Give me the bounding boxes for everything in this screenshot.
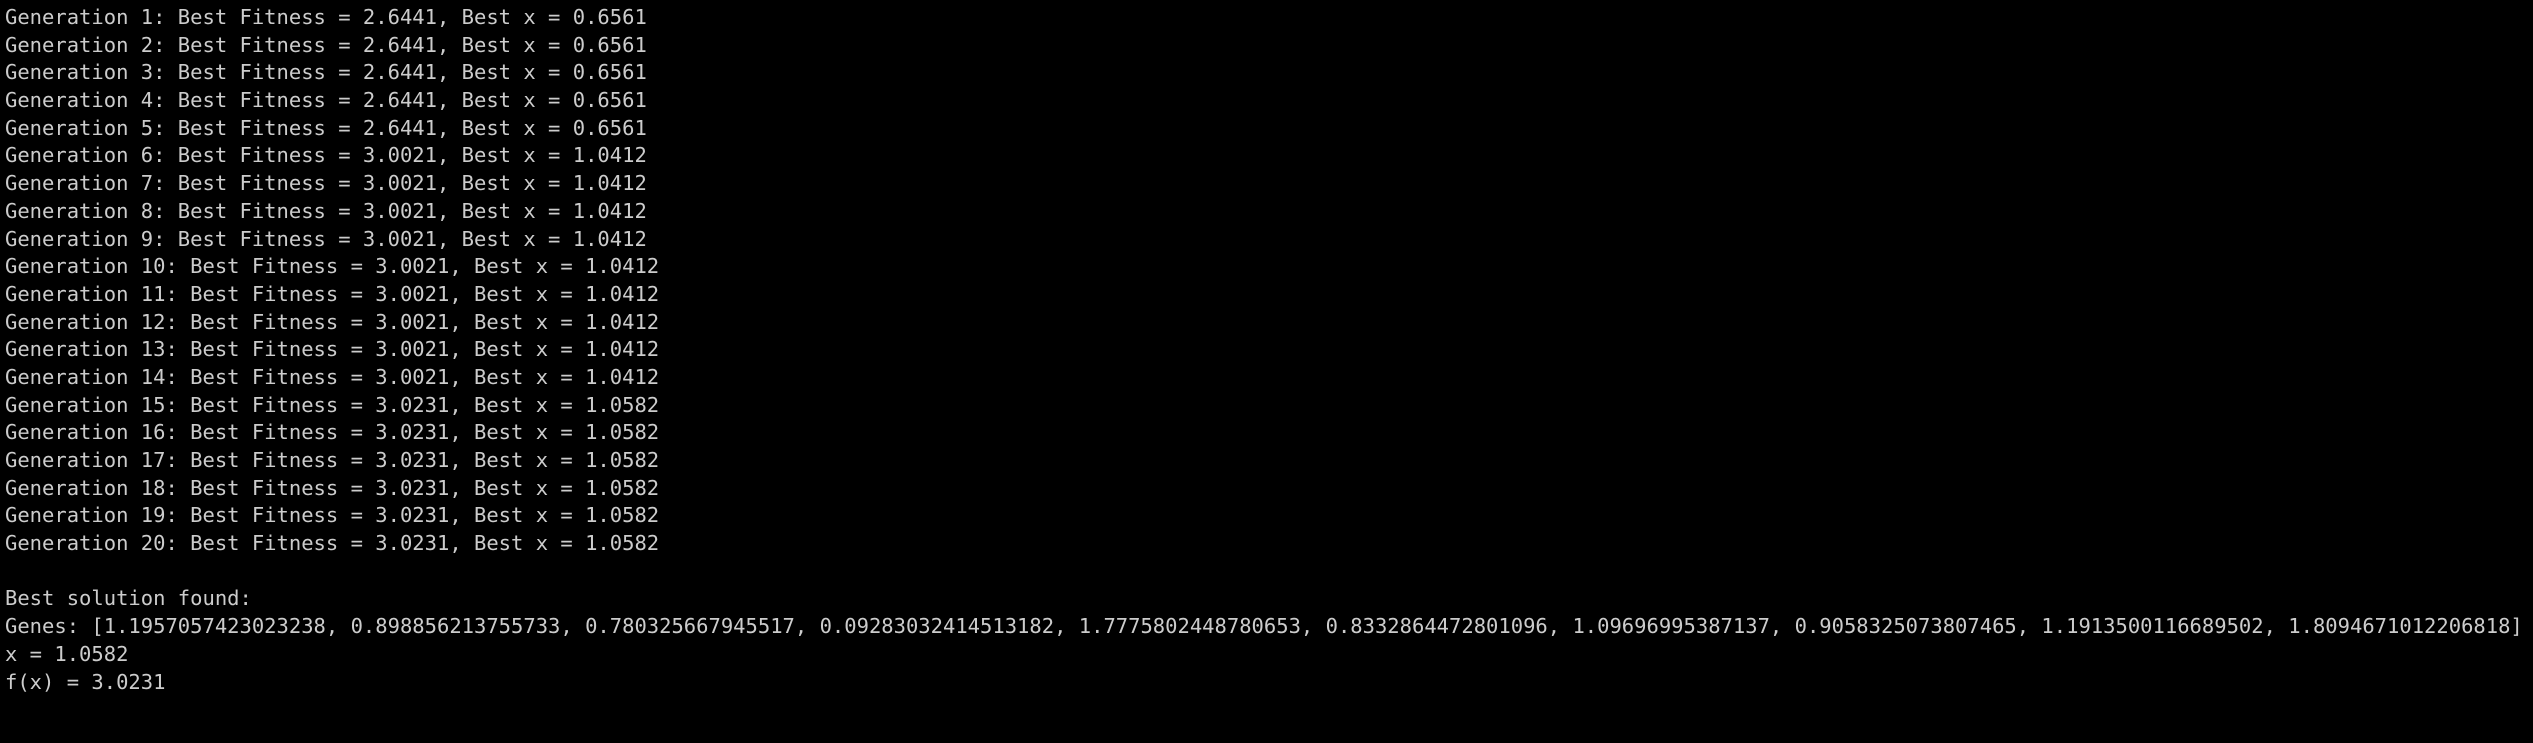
generation-line: Generation 18: Best Fitness = 3.0231, Be… xyxy=(5,475,660,500)
generation-line: Generation 20: Best Fitness = 3.0231, Be… xyxy=(5,531,660,556)
generation-line: Generation 6: Best Fitness = 3.0021, Bes… xyxy=(5,143,647,168)
generation-line: Generation 3: Best Fitness = 2.6441, Bes… xyxy=(5,60,647,85)
generation-line: Generation 5: Best Fitness = 2.6441, Bes… xyxy=(5,115,647,140)
best-fx-line: f(x) = 3.0231 xyxy=(5,669,166,694)
best-solution-heading: Best solution found: xyxy=(5,586,252,611)
generation-line: Generation 12: Best Fitness = 3.0021, Be… xyxy=(5,309,660,334)
generation-line: Generation 14: Best Fitness = 3.0021, Be… xyxy=(5,364,660,389)
generation-line: Generation 7: Best Fitness = 3.0021, Bes… xyxy=(5,171,647,196)
genes-line: Genes: [1.1957057423023238, 0.8988562137… xyxy=(5,614,2523,639)
terminal-output[interactable]: Generation 1: Best Fitness = 2.6441, Bes… xyxy=(0,0,2533,743)
generation-line: Generation 8: Best Fitness = 3.0021, Bes… xyxy=(5,198,647,223)
generation-line: Generation 11: Best Fitness = 3.0021, Be… xyxy=(5,281,660,306)
generation-line: Generation 15: Best Fitness = 3.0231, Be… xyxy=(5,392,660,417)
generation-line: Generation 10: Best Fitness = 3.0021, Be… xyxy=(5,254,660,279)
generation-line: Generation 2: Best Fitness = 2.6441, Bes… xyxy=(5,32,647,57)
best-x-line: x = 1.0582 xyxy=(5,641,129,666)
generation-line: Generation 4: Best Fitness = 2.6441, Bes… xyxy=(5,88,647,113)
generation-line: Generation 9: Best Fitness = 3.0021, Bes… xyxy=(5,226,647,251)
generation-line: Generation 19: Best Fitness = 3.0231, Be… xyxy=(5,503,660,528)
generation-line: Generation 16: Best Fitness = 3.0231, Be… xyxy=(5,420,660,445)
generation-line: Generation 17: Best Fitness = 3.0231, Be… xyxy=(5,448,660,472)
generation-line: Generation 13: Best Fitness = 3.0021, Be… xyxy=(5,337,660,362)
generation-line: Generation 1: Best Fitness = 2.6441, Bes… xyxy=(5,5,647,29)
